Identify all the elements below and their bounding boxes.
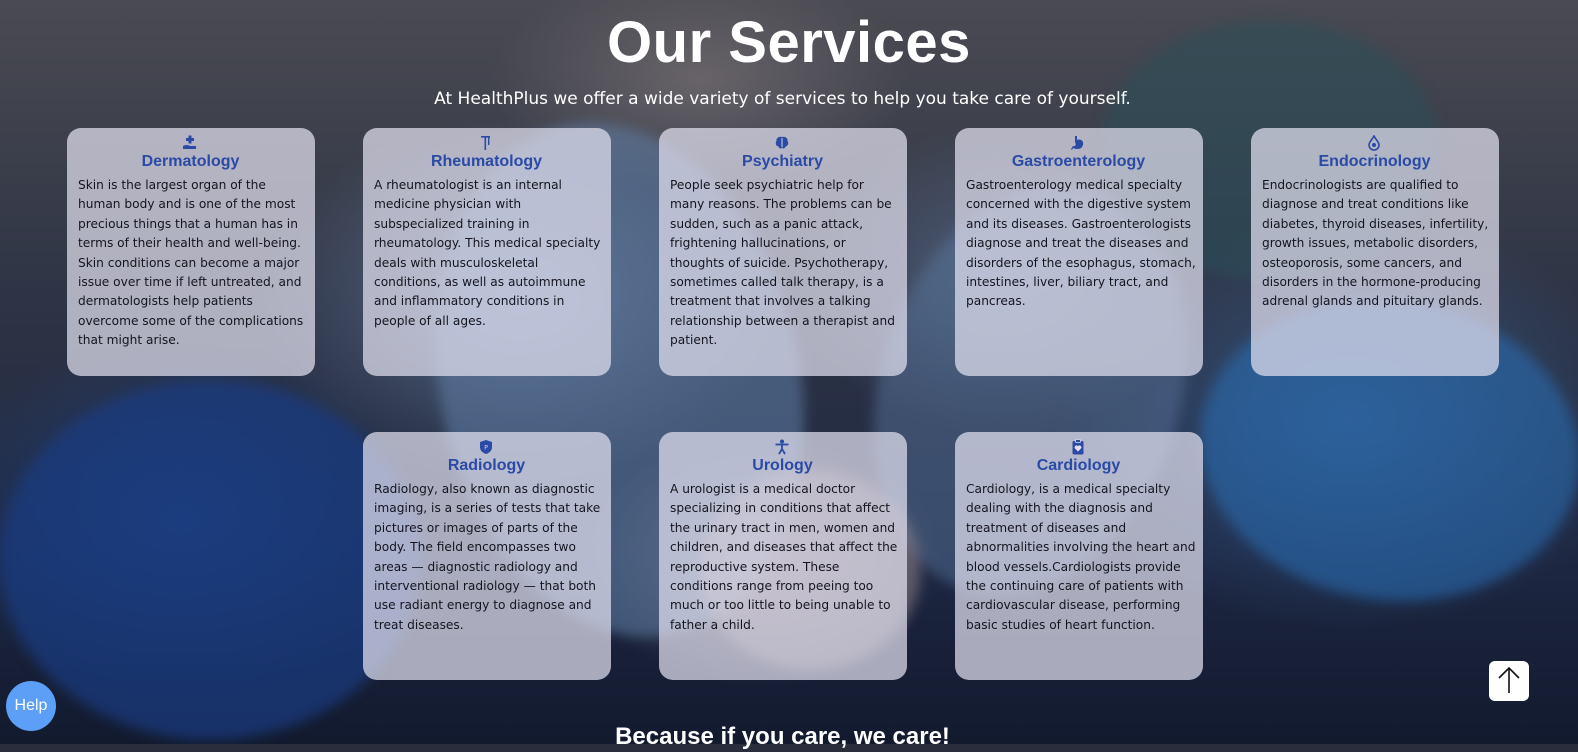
service-description: Skin is the largest organ of the human b… [78, 178, 304, 348]
service-description: A urologist is a medical doctor speciali… [670, 482, 898, 632]
service-card-gastroenterology: Gastroenterology Gastroenterology medica… [955, 128, 1203, 376]
service-card-dermatology: Dermatology Skin is the largest organ of… [67, 128, 315, 376]
service-card-rheumatology: Rheumatology A rheumatologist is an inte… [363, 128, 611, 376]
service-title: Cardiology [1036, 457, 1121, 474]
scroll-to-top-button[interactable] [1489, 661, 1529, 701]
service-card-urology: Urology A urologist is a medical doctor … [659, 432, 907, 680]
svg-text:P: P [484, 445, 488, 452]
service-card-psychiatry: Psychiatry People seek psychiatric help … [659, 128, 907, 376]
service-title: Endocrinology [1318, 153, 1431, 170]
service-description: Cardiology, is a medical specialty deali… [966, 482, 1196, 632]
person-icon [774, 439, 790, 455]
stomach-icon [1070, 135, 1086, 151]
service-title: Gastroenterology [1011, 153, 1146, 170]
service-title: Rheumatology [430, 153, 543, 170]
service-title: Radiology [447, 457, 526, 474]
service-description: Radiology, also known as diagnostic imag… [374, 482, 601, 632]
service-card-endocrinology: Endocrinology Endocrinologists are quali… [1251, 128, 1499, 376]
service-description: People seek psychiatric help for many re… [670, 178, 895, 348]
service-description: Gastroenterology medical specialty conce… [966, 178, 1196, 309]
footer-heading: Because if you care, we care! [615, 723, 950, 750]
service-title: Psychiatry [742, 153, 823, 170]
hand-medical-icon [182, 135, 198, 151]
service-description: A rheumatologist is an internal medicine… [374, 178, 601, 328]
page-subtitle: At HealthPlus we offer a wide variety of… [434, 89, 1131, 109]
droplet-icon [1366, 135, 1382, 151]
service-description: Endocrinologists are qualified to diagno… [1262, 178, 1489, 309]
page-title: Our Services [607, 10, 971, 75]
service-card-cardiology: Cardiology Cardiology, is a medical spec… [955, 432, 1203, 680]
clipboard-heart-icon [1070, 439, 1086, 455]
service-card-radiology: P Radiology Radiology, also known as dia… [363, 432, 611, 680]
help-button[interactable]: Help [6, 681, 56, 731]
brain-icon [774, 135, 790, 151]
service-title: Dermatology [141, 153, 240, 170]
crutch-icon [478, 135, 494, 151]
service-title: Urology [752, 457, 813, 474]
arrow-up-icon [1496, 665, 1522, 698]
shield-icon: P [478, 439, 494, 455]
